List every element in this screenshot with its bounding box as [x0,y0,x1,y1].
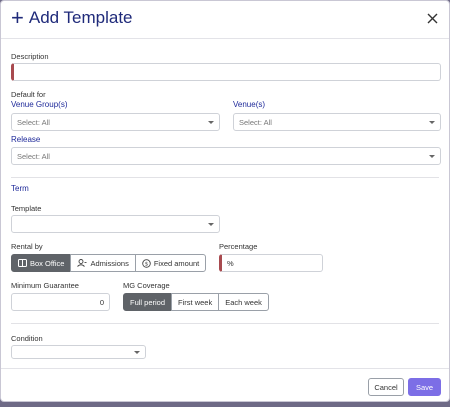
close-icon[interactable] [423,9,441,27]
minimum-guarantee-input[interactable]: 0 [11,293,110,311]
rental-by-fixed-amount[interactable]: $ Fixed amount [134,254,207,272]
chevron-down-icon [208,121,214,124]
rental-by-admissions[interactable]: Admissions [70,254,136,272]
add-template-dialog: + Add Template Description Default for V… [0,0,450,402]
chevron-down-icon [429,155,435,158]
mg-coverage-label: MG Coverage [123,281,170,290]
term-section-title: Term [11,184,29,193]
mg-coverage-first-week[interactable]: First week [171,293,220,311]
venue-groups-label: Venue Group(s) [11,100,68,109]
rental-by-label: Rental by [11,242,43,251]
template-select[interactable] [11,215,220,233]
percentage-label: Percentage [219,242,258,251]
venues-label: Venue(s) [233,100,266,109]
chevron-down-icon [208,223,214,226]
mg-coverage-each-week[interactable]: Each week [218,293,269,311]
cancel-button[interactable]: Cancel [368,378,404,396]
template-label: Template [11,204,42,213]
default-for-label: Default for [11,90,46,99]
minimum-guarantee-label: Minimum Guarantee [11,281,79,290]
chevron-down-icon [134,351,140,354]
venue-groups-select[interactable]: Select: All [11,113,220,131]
ticket-icon [18,259,27,267]
venues-value: Select: All [239,117,272,127]
divider [11,177,439,178]
save-button[interactable]: Save [408,378,441,396]
condition-select[interactable] [11,345,146,359]
rental-by-fixed-amount-label: Fixed amount [153,258,200,268]
mg-coverage-full-period[interactable]: Full period [123,293,173,311]
condition-label: Condition [11,334,43,343]
svg-text:$: $ [145,261,149,267]
dialog-header: + Add Template [1,1,449,39]
venues-select[interactable]: Select: All [233,113,441,131]
release-label: Release [11,135,41,144]
dialog-footer: Cancel Save [1,368,449,401]
chevron-down-icon [429,121,435,124]
mg-coverage-group: Full period First week Each week [123,293,269,311]
dollar-circle-icon: $ [142,258,151,268]
dialog-title: + Add Template [11,5,133,30]
description-label: Description [11,52,49,61]
percentage-input[interactable]: % [219,254,323,272]
release-select[interactable]: Select: All [11,147,441,165]
rental-by-admissions-label: Admissions [90,258,129,268]
rental-by-box-office-label: Box Office [30,258,65,268]
rental-by-box-office[interactable]: Box Office [11,254,72,272]
venue-groups-value: Select: All [17,117,50,127]
release-value: Select: All [17,151,50,161]
person-icon [77,259,87,267]
plus-icon: + [11,5,24,30]
divider [11,323,439,324]
dialog-title-text: Add Template [28,8,133,27]
description-input[interactable] [11,63,441,81]
rental-by-group: Box Office Admissions $ Fixed amount [11,254,207,272]
